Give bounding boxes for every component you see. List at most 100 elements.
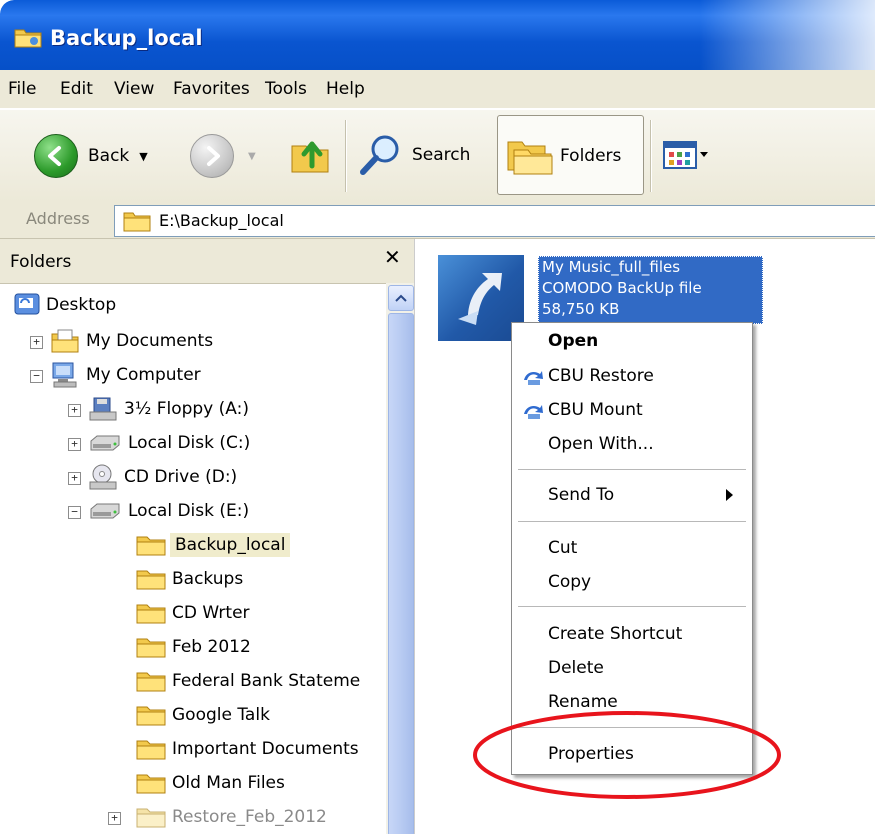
tree-item-label: Restore_Feb_2012 [172, 807, 327, 827]
tree-item-label: Old Man Files [172, 773, 285, 793]
floppy-drive-icon [89, 397, 117, 421]
folders-pane: Folders ✕ Desktop + My Documents − My Co… [0, 239, 415, 834]
close-icon[interactable]: ✕ [384, 245, 401, 269]
tree-item-desktop[interactable]: Desktop [14, 289, 116, 321]
menu-item-cbu-mount[interactable]: CBU Mount [548, 400, 643, 420]
expand-icon[interactable]: + [30, 336, 43, 349]
folder-icon [136, 638, 166, 658]
menu-item-open[interactable]: Open [548, 331, 598, 351]
search-label: Search [412, 145, 471, 165]
menu-item-rename[interactable]: Rename [548, 692, 618, 712]
cbu-mount-icon [524, 405, 543, 419]
toolbar: Back ▼ ▼ Search [0, 109, 875, 203]
collapse-icon[interactable]: − [68, 506, 81, 519]
address-bar: Address E:\Backup_local [0, 202, 875, 239]
window-title: Backup_local [50, 26, 203, 50]
menu-view[interactable]: View [114, 79, 154, 99]
views-button[interactable] [662, 140, 710, 170]
tree-item-old-man-files[interactable]: Old Man Files [136, 767, 285, 799]
menu-item-create-shortcut[interactable]: Create Shortcut [548, 624, 682, 644]
menu-favorites[interactable]: Favorites [173, 79, 250, 99]
tree-item-label: CD Drive (D:) [124, 467, 238, 487]
menu-edit[interactable]: Edit [60, 79, 93, 99]
tree-item-label: Feb 2012 [172, 637, 251, 657]
tree-item-local-disk-c[interactable]: Local Disk (C:) [88, 427, 250, 459]
file-label[interactable]: My Music_full_files COMODO BackUp file 5… [538, 256, 763, 324]
file-name: My Music_full_files [542, 258, 681, 276]
address-label: Address [26, 209, 90, 228]
menu-item-delete[interactable]: Delete [548, 658, 604, 678]
collapse-icon[interactable]: − [30, 370, 43, 383]
expand-icon[interactable]: + [68, 404, 81, 417]
back-label: Back [88, 146, 130, 166]
scroll-thumb[interactable] [388, 313, 414, 834]
tree-item-label: Desktop [46, 295, 117, 315]
menu-item-cut[interactable]: Cut [548, 538, 577, 558]
tree-item-label: 3½ Floppy (A:) [124, 399, 249, 419]
tree-item-my-computer[interactable]: My Computer [50, 359, 201, 391]
forward-button[interactable]: ▼ [190, 134, 256, 178]
tree-item-local-disk-e[interactable]: Local Disk (E:) [88, 495, 249, 527]
back-dropdown-icon[interactable]: ▼ [139, 150, 147, 163]
folders-pane-header: Folders ✕ [0, 239, 414, 284]
tree-item-label: Backup_local [170, 533, 291, 557]
folders-pane-title: Folders [10, 252, 72, 272]
forward-arrow-icon [190, 134, 234, 178]
file-type: COMODO BackUp file [542, 279, 702, 297]
menu-item-open-with[interactable]: Open With... [548, 434, 654, 454]
search-icon [360, 135, 399, 175]
tree-item-label: Federal Bank Stateme [172, 671, 361, 691]
tree-item-label: Backups [172, 569, 244, 589]
menu-separator [518, 606, 746, 607]
folder-icon [136, 536, 166, 556]
folders-button[interactable]: Folders [497, 115, 644, 195]
tree-item-feb-2012[interactable]: Feb 2012 [136, 631, 251, 663]
tree-item-backup-local[interactable]: Backup_local [136, 529, 291, 561]
title-bar[interactable]: Backup_local [0, 0, 875, 70]
tree-item-important-documents[interactable]: Important Documents [136, 733, 359, 765]
menu-item-send-to[interactable]: Send To [548, 485, 614, 505]
menu-file[interactable]: File [8, 79, 36, 99]
tree-item-floppy[interactable]: 3½ Floppy (A:) [88, 393, 249, 425]
tree-item-google-talk[interactable]: Google Talk [136, 699, 270, 731]
tree-item-my-documents[interactable]: My Documents [50, 325, 213, 357]
desktop-icon [14, 293, 40, 315]
back-button[interactable]: Back ▼ [34, 134, 148, 178]
menu-help[interactable]: Help [326, 79, 365, 99]
tree-item-label: Google Talk [172, 705, 270, 725]
up-folder-button[interactable] [288, 132, 332, 176]
my-computer-icon [52, 362, 77, 388]
tree-item-label: Important Documents [172, 739, 359, 759]
folder-window-icon [14, 29, 42, 48]
folder-icon [136, 774, 166, 794]
scroll-up-button[interactable] [388, 285, 414, 311]
folder-icon [136, 570, 166, 590]
menu-tools[interactable]: Tools [265, 79, 307, 99]
forward-dropdown-icon[interactable]: ▼ [248, 151, 256, 162]
tree-item-cd-drive-d[interactable]: CD Drive (D:) [88, 461, 237, 493]
expand-icon[interactable]: + [108, 812, 121, 825]
expand-icon[interactable]: + [68, 472, 81, 485]
tree-item-federal-bank[interactable]: Federal Bank Stateme [136, 665, 360, 697]
search-button[interactable]: Search [358, 132, 470, 178]
menu-item-properties[interactable]: Properties [548, 744, 634, 764]
address-input[interactable]: E:\Backup_local [114, 205, 875, 237]
tree-item-restore-feb-2012[interactable]: Restore_Feb_2012 [136, 801, 327, 833]
context-menu: Open CBU Restore CBU Mount Open With... … [511, 322, 753, 775]
cd-drive-icon [89, 464, 117, 490]
tree-item-label: Local Disk (C:) [128, 433, 251, 453]
tree-item-cd-wrter[interactable]: CD Wrter [136, 597, 250, 629]
toolbar-separator [345, 120, 347, 192]
menu-item-cbu-restore[interactable]: CBU Restore [548, 366, 654, 386]
tree-item-backups[interactable]: Backups [136, 563, 243, 595]
hard-disk-icon [90, 503, 120, 519]
folder-icon [136, 706, 166, 726]
menu-separator [518, 521, 746, 522]
tree-item-label: My Computer [86, 365, 201, 385]
expand-icon[interactable]: + [68, 438, 81, 451]
tree-item-label: My Documents [86, 331, 214, 351]
tree-scrollbar[interactable] [386, 283, 414, 834]
folder-tree: Desktop + My Documents − My Computer + 3… [0, 283, 386, 834]
folder-icon [123, 212, 151, 232]
menu-item-copy[interactable]: Copy [548, 572, 591, 592]
